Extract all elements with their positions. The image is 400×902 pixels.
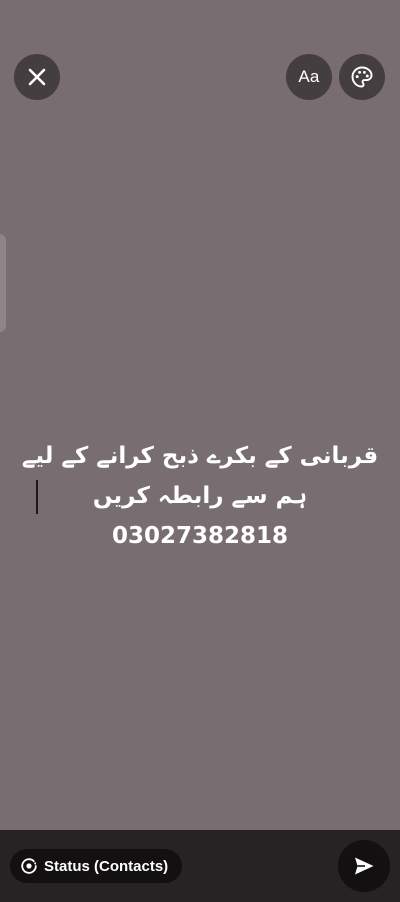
close-icon — [28, 68, 46, 86]
font-button-label: Aa — [298, 67, 320, 86]
bottom-bar: Status (Contacts) — [0, 830, 400, 902]
font-button[interactable]: Aa — [286, 54, 332, 100]
palette-icon — [351, 66, 373, 88]
status-composer-screen: Aa قربانی کے بکرے ذبح کرانے کے لیے ہم سے… — [0, 0, 400, 902]
send-icon — [355, 857, 374, 875]
close-button[interactable] — [14, 54, 60, 100]
text-cursor — [36, 480, 38, 514]
status-audience-label: Status (Contacts) — [44, 857, 169, 875]
background-color-button[interactable] — [339, 54, 385, 100]
status-icon — [21, 858, 37, 874]
status-audience-chip[interactable]: Status (Contacts) — [10, 849, 183, 883]
send-button[interactable] — [338, 840, 390, 892]
side-drawer-handle[interactable] — [0, 234, 6, 332]
status-text-input[interactable]: قربانی کے بکرے ذبح کرانے کے لیے ہم سے را… — [0, 436, 400, 556]
